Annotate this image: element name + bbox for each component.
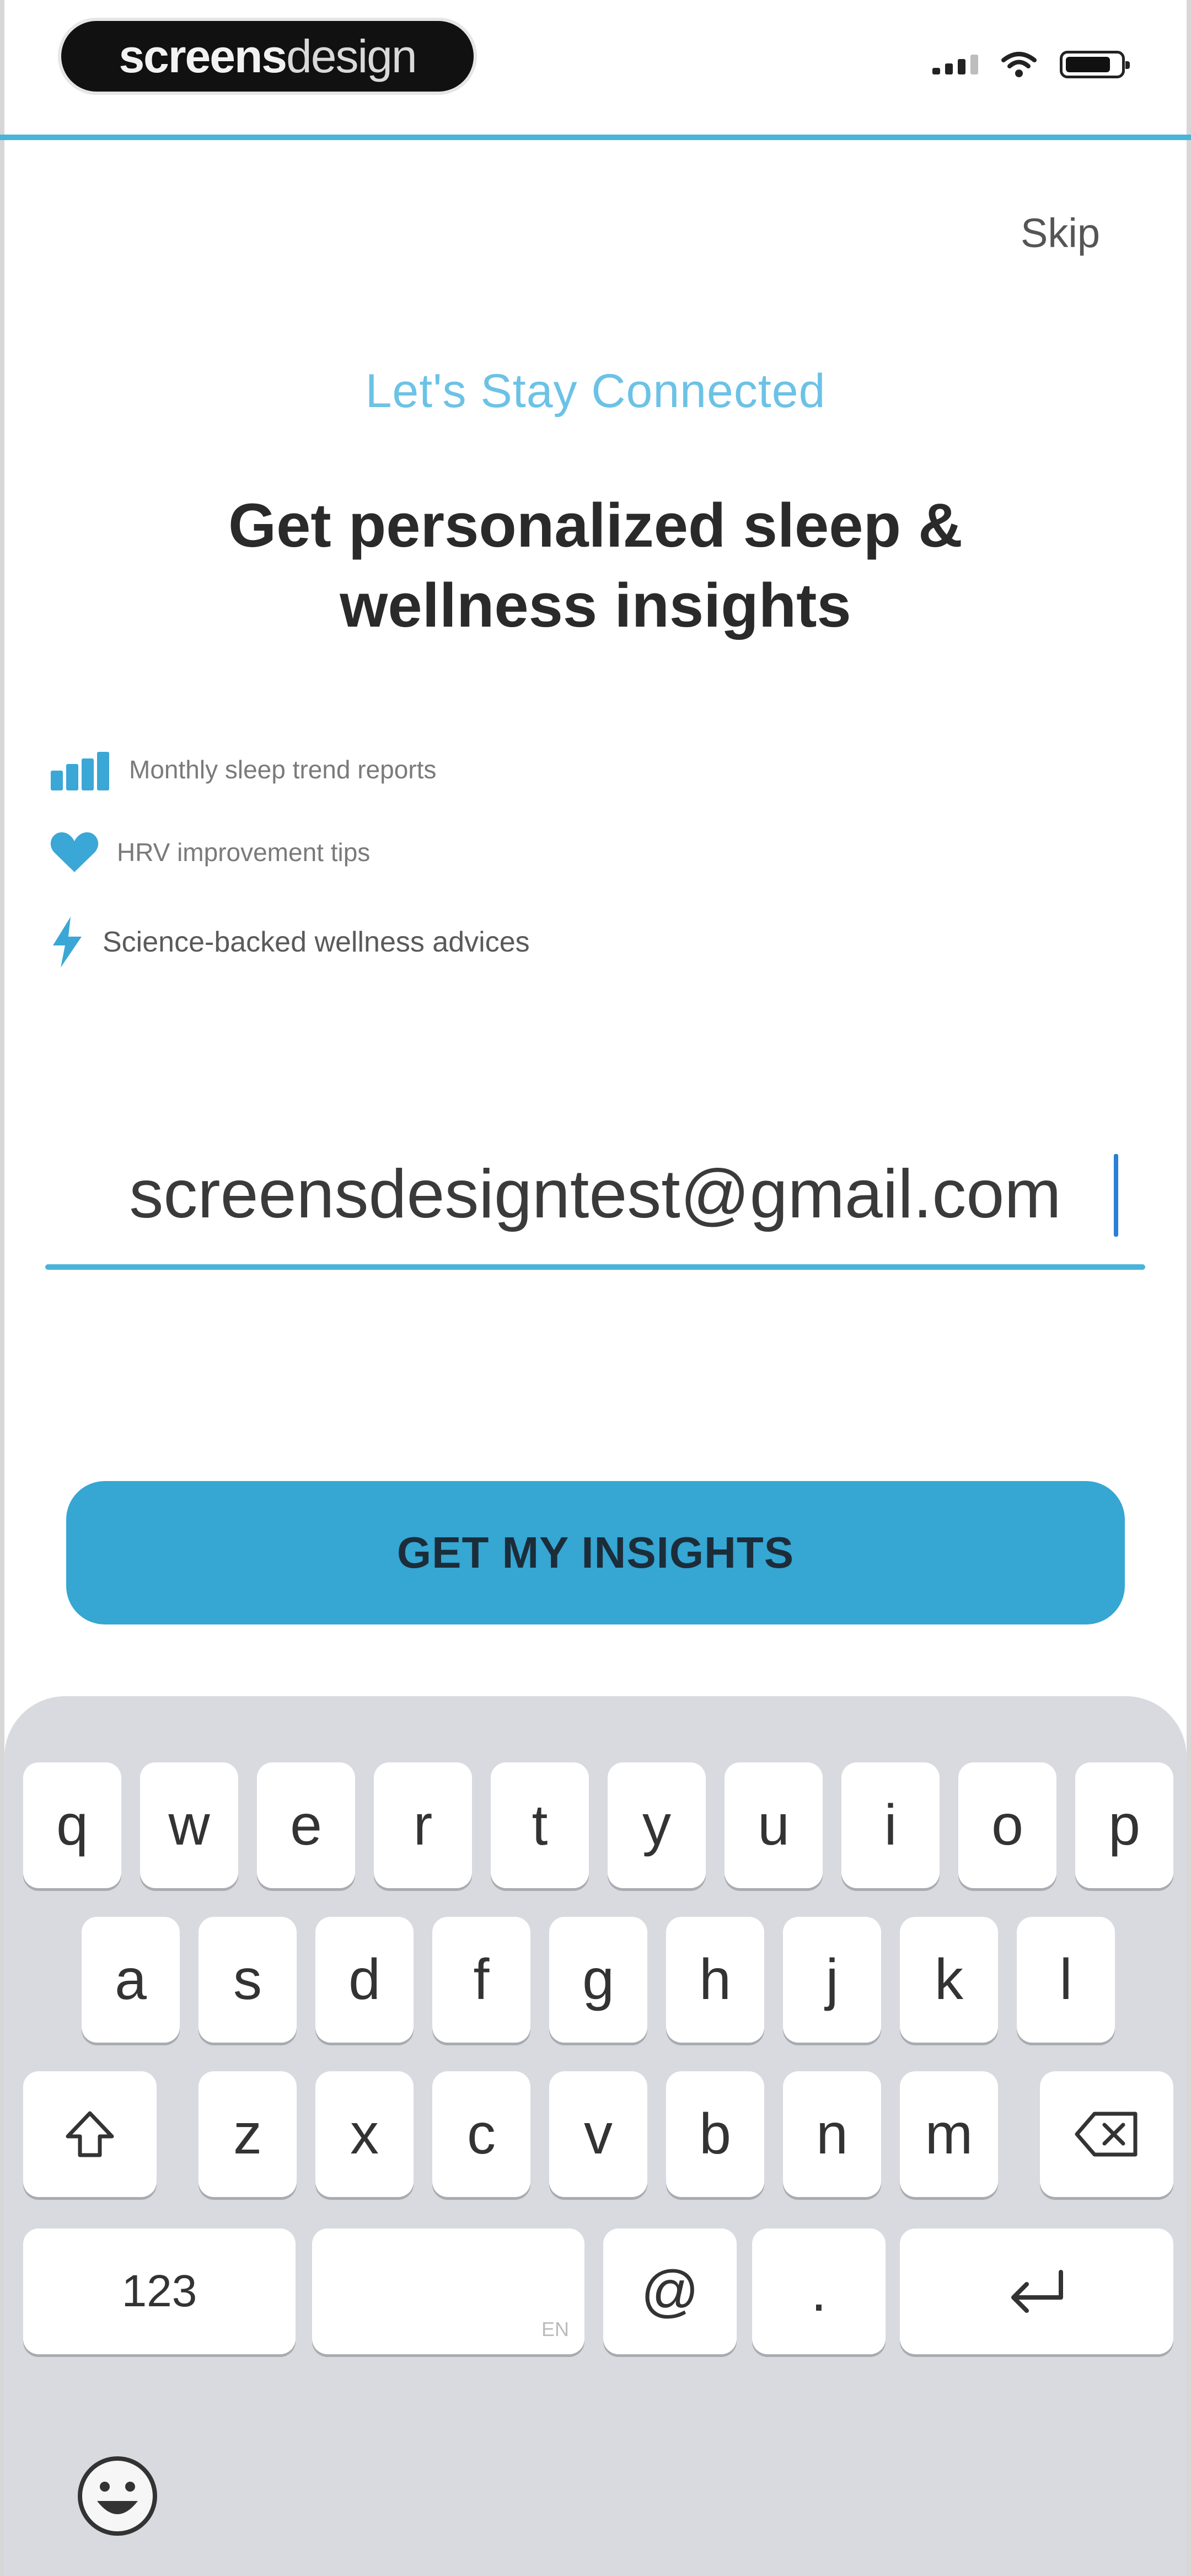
feature-item: Science-backed wellness advices xyxy=(50,916,530,969)
brand-logo-part1: screens xyxy=(119,30,287,82)
wifi-icon xyxy=(1001,52,1037,77)
progress-line xyxy=(0,135,1191,140)
key-q[interactable]: q xyxy=(23,1762,121,1888)
key-h[interactable]: h xyxy=(666,1917,764,2043)
key-g[interactable]: g xyxy=(549,1917,647,2043)
key-j[interactable]: j xyxy=(783,1917,881,2043)
key-s[interactable]: s xyxy=(198,1917,297,2043)
email-field-underline xyxy=(45,1264,1145,1270)
return-key[interactable] xyxy=(900,2228,1173,2354)
space-key[interactable]: EN xyxy=(312,2228,584,2354)
delete-icon xyxy=(1075,2112,1138,2157)
get-insights-button[interactable]: GET MY INSIGHTS xyxy=(66,1481,1125,1624)
emoji-button[interactable] xyxy=(76,2455,159,2537)
numbers-key[interactable]: 123 xyxy=(23,2228,296,2354)
key-k[interactable]: k xyxy=(900,1917,998,2043)
key-b[interactable]: b xyxy=(666,2071,764,2197)
return-icon xyxy=(1011,2270,1063,2313)
page-title-line1: Get personalized sleep & xyxy=(228,491,963,560)
feature-item: HRV improvement tips xyxy=(50,830,370,874)
email-field-wrapper xyxy=(45,1120,1145,1274)
page-title-line2: wellness insights xyxy=(340,571,851,640)
key-x[interactable]: x xyxy=(315,2071,414,2197)
key-l[interactable]: l xyxy=(1017,1917,1115,2043)
text-caret xyxy=(1114,1154,1118,1237)
key-u[interactable]: u xyxy=(725,1762,823,1888)
key-z[interactable]: z xyxy=(198,2071,297,2197)
key-a[interactable]: a xyxy=(82,1917,180,2043)
emoji-icon xyxy=(78,2456,157,2536)
status-icons xyxy=(932,51,1130,78)
heart-icon xyxy=(50,832,99,872)
shift-icon xyxy=(66,2111,114,2157)
battery-icon xyxy=(1060,51,1130,78)
key-f[interactable]: f xyxy=(432,1917,530,2043)
key-r[interactable]: r xyxy=(374,1762,472,1888)
key-c[interactable]: c xyxy=(432,2071,530,2197)
brand-logo: screens design xyxy=(58,18,477,95)
dot-key[interactable]: . xyxy=(752,2228,886,2354)
shift-key[interactable] xyxy=(23,2071,157,2197)
skip-button[interactable]: Skip xyxy=(1021,210,1100,256)
feature-label: Monthly sleep trend reports xyxy=(129,755,437,784)
subheading: Let's Stay Connected xyxy=(365,365,826,418)
delete-key[interactable] xyxy=(1040,2071,1173,2197)
key-p[interactable]: p xyxy=(1075,1762,1173,1888)
key-w[interactable]: w xyxy=(140,1762,238,1888)
key-d[interactable]: d xyxy=(315,1917,414,2043)
key-n[interactable]: n xyxy=(783,2071,881,2197)
keyboard: q w e r t y u i o p a s d f g h j k l z … xyxy=(4,1696,1187,2576)
feature-label: Science-backed wellness advices xyxy=(103,926,530,958)
key-y[interactable]: y xyxy=(608,1762,706,1888)
feature-label: HRV improvement tips xyxy=(117,838,371,867)
space-key-hint: EN xyxy=(541,2318,569,2340)
signal-icon xyxy=(932,55,978,74)
key-t[interactable]: t xyxy=(491,1762,589,1888)
key-o[interactable]: o xyxy=(958,1762,1056,1888)
brand-logo-part2: design xyxy=(286,30,417,82)
key-m[interactable]: m xyxy=(900,2071,998,2197)
key-e[interactable]: e xyxy=(257,1762,355,1888)
page-title: Get personalized sleep & wellness insigh… xyxy=(99,485,1092,645)
lightning-icon xyxy=(53,917,82,968)
email-field[interactable] xyxy=(45,1120,1145,1269)
feature-item: Monthly sleep trend reports xyxy=(50,747,436,792)
key-i[interactable]: i xyxy=(841,1762,940,1888)
key-v[interactable]: v xyxy=(549,2071,647,2197)
at-key[interactable]: @ xyxy=(603,2228,737,2354)
bar-chart-icon xyxy=(51,752,109,790)
